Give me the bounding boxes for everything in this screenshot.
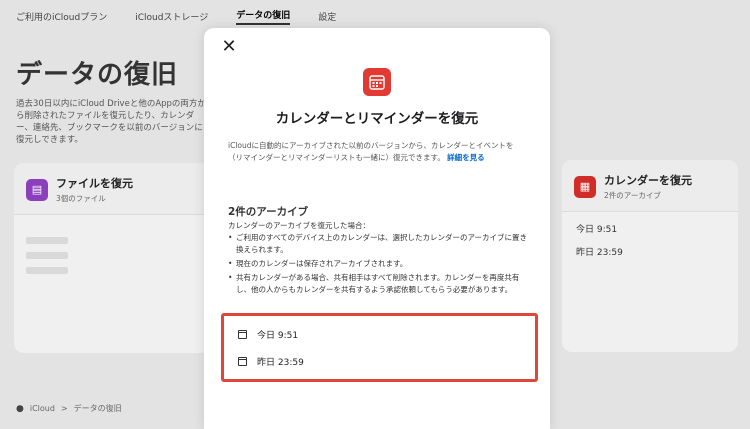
calendar-grid-icon xyxy=(369,75,385,90)
close-button[interactable]: ✕ xyxy=(220,38,238,56)
archive-list-highlight: 今日 9:51 昨日 23:59 xyxy=(221,313,538,382)
archive-info-item: ご利用のすべてのデバイス上のカレンダーは、選択したカレンダーのアーカイブに置き換… xyxy=(228,232,528,256)
calendar-app-icon xyxy=(363,68,391,96)
archive-label: 今日 9:51 xyxy=(257,331,299,341)
breadcrumb-root[interactable]: iCloud xyxy=(30,404,55,413)
restore-calendar-card[interactable]: ▦ カレンダーを復元 2件のアーカイブ 今日 9:51 昨日 23:59 xyxy=(562,160,738,352)
restore-files-title: ファイルを復元 xyxy=(56,177,133,190)
archive-info-list: ご利用のすべてのデバイス上のカレンダーは、選択したカレンダーのアーカイブに置き換… xyxy=(228,232,528,298)
blurred-file-entry xyxy=(26,267,68,274)
apple-logo-icon: ● xyxy=(16,403,24,414)
tab-settings[interactable]: 設定 xyxy=(318,10,336,23)
file-icon: ▤ xyxy=(26,178,48,201)
restore-files-card-header: ▤ ファイルを復元 3個のファイル xyxy=(14,163,210,215)
archive-intro-text: カレンダーのアーカイブを復元した場合： xyxy=(228,221,371,230)
more-info-link[interactable]: 詳細を見る xyxy=(447,153,485,162)
restore-calendar-card-header: ▦ カレンダーを復元 2件のアーカイブ xyxy=(562,160,738,212)
calendar-card-item[interactable]: 今日 9:51 xyxy=(562,216,738,239)
archive-info-item: 共有カレンダーがある場合、共有相手はすべて削除されます。カレンダーを再度共有し、… xyxy=(228,272,528,296)
restore-calendar-title: カレンダーを復元 xyxy=(604,174,692,187)
breadcrumb-current: データの復旧 xyxy=(73,404,122,413)
calendar-small-icon xyxy=(238,330,247,339)
archive-label: 昨日 23:59 xyxy=(257,358,304,368)
tab-data-recovery[interactable]: データの復旧 xyxy=(236,8,291,25)
tab-icloud-plan[interactable]: ご利用のiCloudプラン xyxy=(16,10,107,23)
archive-info-item: 現在のカレンダーは保存されアーカイブされます。 xyxy=(228,258,528,270)
breadcrumb: ● iCloud > データの復旧 xyxy=(16,403,122,414)
archive-row-today[interactable]: 今日 9:51 xyxy=(238,328,298,341)
restore-calendar-dialog: ✕ カレンダーとリマインダーを復元 iCloudに自動的にアーカイブされた以前の… xyxy=(204,28,550,429)
archive-row-yesterday[interactable]: 昨日 23:59 xyxy=(238,355,304,368)
dialog-description: iCloudに自動的にアーカイブされた以前のバージョンから、カレンダーとイベント… xyxy=(228,140,528,164)
calendar-small-icon xyxy=(238,357,247,366)
dialog-title: カレンダーとリマインダーを復元 xyxy=(275,111,479,127)
restore-files-subtitle: 3個のファイル xyxy=(56,194,106,203)
restore-files-card[interactable]: ▤ ファイルを復元 3個のファイル xyxy=(14,163,210,353)
calendar-icon: ▦ xyxy=(574,175,596,198)
page-title: データの復旧 xyxy=(16,60,179,90)
calendar-card-item[interactable]: 昨日 23:59 xyxy=(562,239,738,262)
close-icon: ✕ xyxy=(221,36,237,57)
breadcrumb-separator-icon: > xyxy=(60,404,68,413)
tab-icloud-storage[interactable]: iCloudストレージ xyxy=(135,10,208,23)
archive-count-heading: 2件のアーカイブ xyxy=(228,206,309,218)
restore-calendar-subtitle: 2件のアーカイブ xyxy=(604,191,661,200)
page-description: 過去30日以内にiCloud Driveと他のAppの両方から削除されたファイル… xyxy=(16,99,206,145)
blurred-file-entry xyxy=(26,237,68,244)
blurred-file-entry xyxy=(26,252,68,259)
